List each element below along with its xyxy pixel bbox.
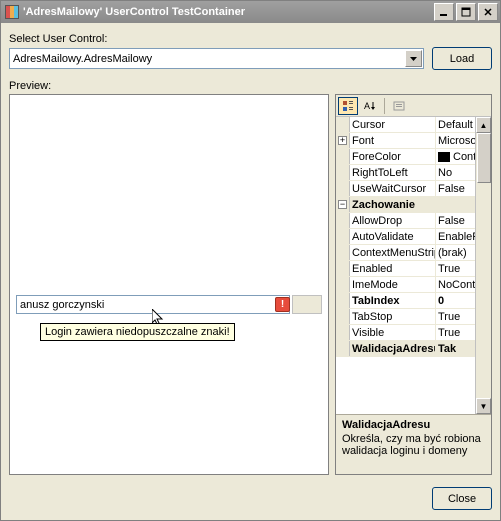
propgrid-body[interactable]: CursorDefault+FontMicrosoftForeColorCont… <box>336 117 491 414</box>
expand-gutter <box>336 213 350 228</box>
property-name: Visible <box>350 325 436 340</box>
close-button[interactable] <box>478 3 498 21</box>
expand-gutter <box>336 149 350 164</box>
main-window: 'AdresMailowy' UserControl TestContainer… <box>0 0 501 521</box>
property-row[interactable]: +FontMicrosoft <box>336 133 491 149</box>
alphabetical-button[interactable]: A <box>360 97 380 115</box>
property-row[interactable]: ForeColorCont <box>336 149 491 165</box>
property-name: Zachowanie <box>350 197 491 212</box>
scroll-down-button[interactable]: ▼ <box>476 398 491 414</box>
property-row[interactable]: UseWaitCursorFalse <box>336 181 491 197</box>
expand-gutter[interactable]: − <box>336 197 350 212</box>
usercontrol-combo[interactable]: AdresMailowy.AdresMailowy <box>9 48 424 69</box>
expand-gutter <box>336 261 350 276</box>
preview-label: Preview: <box>9 80 492 92</box>
property-name: TabIndex <box>350 293 436 308</box>
propgrid-toolbar: A <box>336 95 491 117</box>
property-name: Cursor <box>350 117 436 132</box>
select-label: Select User Control: <box>9 33 492 45</box>
desc-name: WalidacjaAdresu <box>342 419 485 431</box>
property-name: AutoValidate <box>350 229 436 244</box>
property-row[interactable]: AllowDropFalse <box>336 213 491 229</box>
property-row[interactable]: TabStopTrue <box>336 309 491 325</box>
expand-gutter <box>336 293 350 308</box>
property-row[interactable]: ContextMenuStrip(brak) <box>336 245 491 261</box>
expand-gutter <box>336 341 350 356</box>
property-name: WalidacjaAdresu <box>350 341 436 356</box>
error-icon[interactable]: ! <box>275 297 290 312</box>
content-area: Select User Control: AdresMailowy.AdresM… <box>1 23 500 520</box>
scroll-thumb[interactable] <box>477 133 491 183</box>
login-input[interactable]: anusz gorczynski ! <box>16 295 290 314</box>
property-name: Enabled <box>350 261 436 276</box>
titlebar[interactable]: 'AdresMailowy' UserControl TestContainer <box>1 1 500 23</box>
property-pages-button[interactable] <box>389 97 409 115</box>
property-row[interactable]: WalidacjaAdresuTak <box>336 341 491 357</box>
property-name: RightToLeft <box>350 165 436 180</box>
property-name: ForeColor <box>350 149 436 164</box>
load-button[interactable]: Load <box>432 47 492 70</box>
close-dialog-button[interactable]: Close <box>432 487 492 510</box>
maximize-button[interactable] <box>456 3 476 21</box>
combo-dropdown-button[interactable] <box>405 50 422 67</box>
property-row[interactable]: RightToLeftNo <box>336 165 491 181</box>
categorized-button[interactable] <box>338 97 358 115</box>
desc-text: Określa, czy ma być robiona walidacja lo… <box>342 433 485 457</box>
property-name: AllowDrop <box>350 213 436 228</box>
window-title: 'AdresMailowy' UserControl TestContainer <box>23 6 434 18</box>
color-swatch-icon <box>438 152 450 162</box>
expand-gutter <box>336 165 350 180</box>
domain-input[interactable] <box>292 295 322 314</box>
property-grid: A CursorDefault+FontMicrosoftForeColorCo… <box>335 94 492 475</box>
property-name: TabStop <box>350 309 436 324</box>
scroll-up-button[interactable]: ▲ <box>476 117 491 133</box>
propgrid-description: WalidacjaAdresu Określa, czy ma być robi… <box>336 414 491 474</box>
expand-gutter <box>336 181 350 196</box>
app-icon <box>5 5 19 19</box>
property-row[interactable]: AutoValidateEnablePre <box>336 229 491 245</box>
combo-value: AdresMailowy.AdresMailowy <box>13 53 152 65</box>
property-row[interactable]: ImeModeNoControl <box>336 277 491 293</box>
expand-gutter <box>336 309 350 324</box>
expand-gutter <box>336 229 350 244</box>
expand-gutter <box>336 245 350 260</box>
expand-gutter[interactable]: + <box>336 133 350 148</box>
expand-gutter <box>336 325 350 340</box>
property-row[interactable]: TabIndex0 <box>336 293 491 309</box>
property-row[interactable]: VisibleTrue <box>336 325 491 341</box>
property-row[interactable]: CursorDefault <box>336 117 491 133</box>
scrollbar[interactable]: ▲ ▼ <box>475 117 491 414</box>
property-row[interactable]: EnabledTrue <box>336 261 491 277</box>
minimize-button[interactable] <box>434 3 454 21</box>
property-name: ContextMenuStrip <box>350 245 436 260</box>
expand-gutter <box>336 277 350 292</box>
property-name: ImeMode <box>350 277 436 292</box>
property-category[interactable]: −Zachowanie <box>336 197 491 213</box>
preview-pane: anusz gorczynski ! Login zawiera niedopu… <box>9 94 329 475</box>
property-name: UseWaitCursor <box>350 181 436 196</box>
property-name: Font <box>350 133 436 148</box>
error-tooltip: Login zawiera niedopuszczalne znaki! <box>40 323 235 341</box>
expand-gutter <box>336 117 350 132</box>
